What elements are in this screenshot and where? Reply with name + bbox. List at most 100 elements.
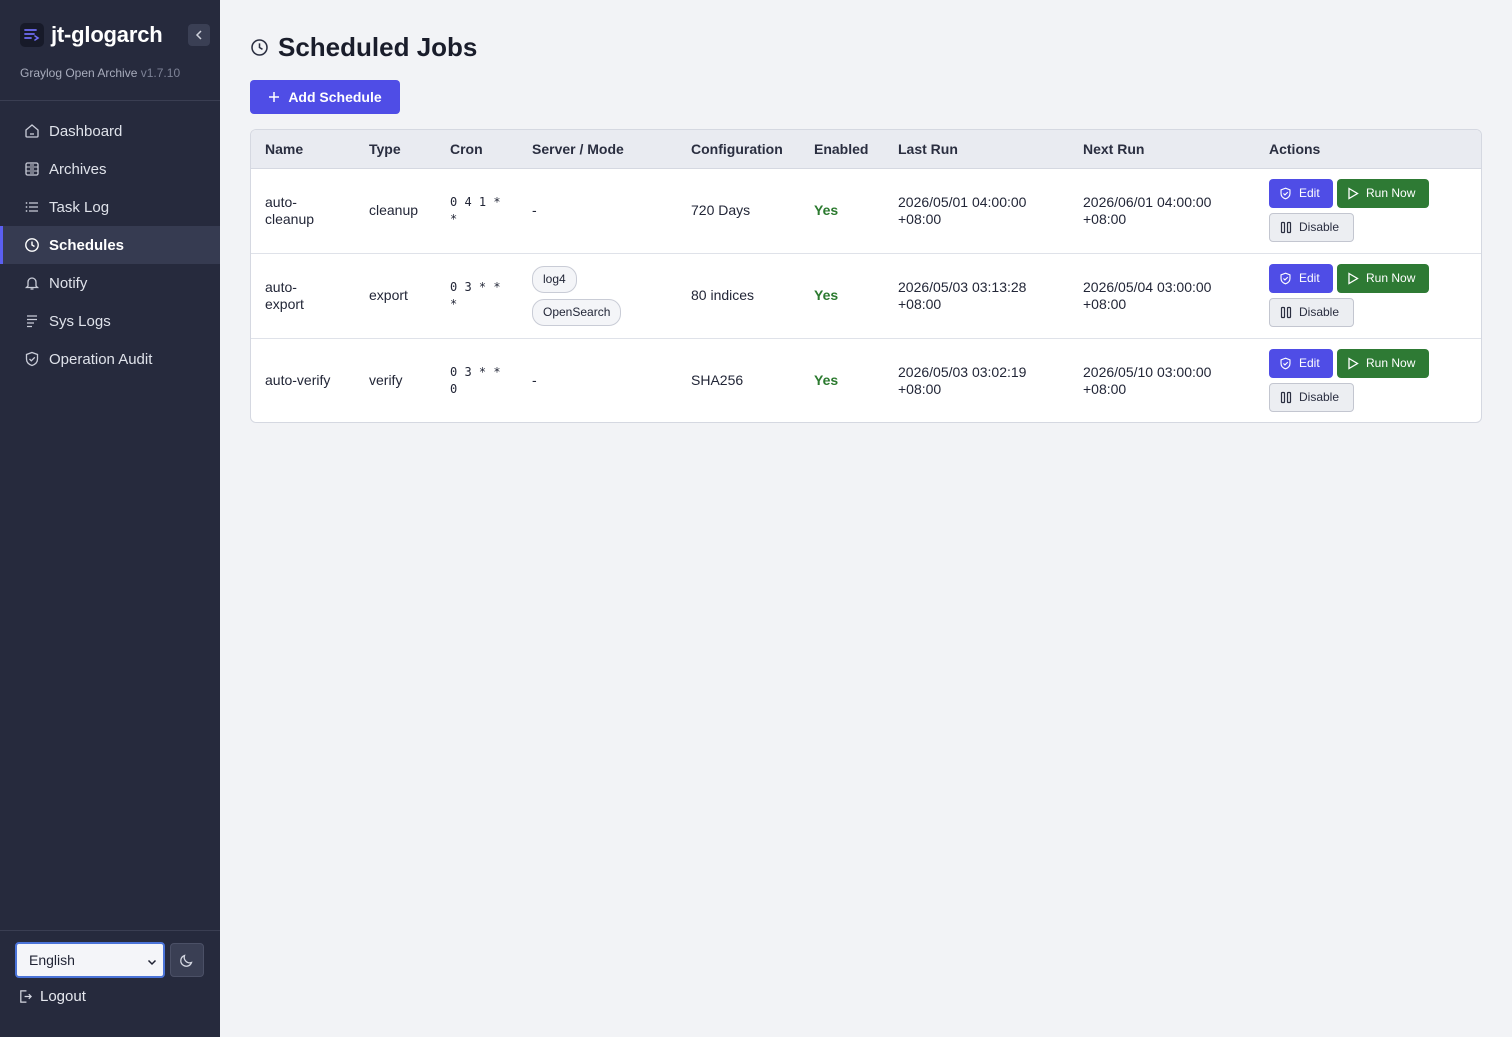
cell-name-text: auto-cleanup: [265, 193, 315, 227]
cell-last-run-text: 2026/05/03 03:13:28 +08:00: [898, 278, 1027, 312]
table-row: auto-cleanup cleanup 0 4 1 * * - 720 Day…: [251, 168, 1481, 253]
shield-check-icon: [1279, 357, 1292, 370]
disable-label: Disable: [1299, 305, 1340, 319]
chevron-left-icon: [195, 30, 202, 40]
logout-link[interactable]: Logout: [18, 988, 86, 1005]
schedules-table: Name Type Cron Server / Mode Configurati…: [250, 129, 1482, 423]
pause-icon: [1280, 306, 1292, 319]
cell-actions: Edit Run Now Disable: [1255, 168, 1481, 253]
edit-label: Edit: [1299, 356, 1320, 371]
shield-icon: [23, 350, 41, 368]
cell-cron-text: 0 3 * * *: [450, 279, 501, 311]
clock-icon: [23, 236, 41, 254]
column-header-actions: Actions: [1255, 130, 1481, 169]
cell-config: 720 Days: [691, 202, 751, 218]
edit-button[interactable]: Edit: [1269, 349, 1333, 379]
list-icon: [23, 198, 41, 216]
mode-tag: OpenSearch: [532, 298, 622, 326]
page-header: Scheduled Jobs: [250, 32, 477, 63]
table-row: auto-verify verify 0 3 * * 0 - SHA256 Ye…: [251, 338, 1481, 422]
logout-label: Logout: [40, 988, 86, 1005]
run-now-button[interactable]: Run Now: [1337, 179, 1429, 208]
sidebar-item-label: Schedules: [49, 236, 125, 254]
app-subtitle-text: Graylog Open Archive: [20, 66, 138, 80]
cell-actions: Edit Run Now Disable: [1255, 338, 1481, 422]
pause-icon: [1280, 391, 1292, 404]
archive-icon: [23, 160, 41, 178]
cell-server: log4 OpenSearch: [518, 253, 677, 338]
disable-label: Disable: [1299, 220, 1340, 234]
cell-config: SHA256: [691, 372, 744, 389]
column-header-last-run[interactable]: Last Run: [884, 130, 1069, 169]
sidebar-item-sys-logs[interactable]: Sys Logs: [0, 302, 220, 340]
shield-check-icon: [1279, 272, 1292, 285]
cell-cron: 0 3 * * 0: [436, 338, 518, 422]
cell-last-run-text: 2026/05/03 03:02:19 +08:00: [898, 363, 1027, 397]
edit-button[interactable]: Edit: [1269, 179, 1333, 208]
cell-next-run-text: 2026/05/10 03:00:00 +08:00: [1083, 363, 1212, 397]
pause-icon: [1280, 221, 1292, 234]
cell-type: verify: [369, 372, 403, 389]
cell-config: 80 indices: [691, 287, 755, 303]
column-header-name[interactable]: Name: [251, 130, 355, 169]
sidebar-item-label: Archives: [49, 160, 107, 178]
column-header-server-mode[interactable]: Server / Mode: [518, 130, 677, 169]
cell-type: cleanup: [369, 202, 419, 218]
sidebar-nav: Dashboard Archives Task Log Schedules No…: [0, 112, 220, 378]
cell-next-run: 2026/05/04 03:00:00 +08:00: [1069, 253, 1255, 338]
sidebar-item-operation-audit[interactable]: Operation Audit: [0, 340, 220, 378]
shield-check-icon: [1279, 187, 1292, 200]
collapse-sidebar-button[interactable]: [188, 24, 210, 46]
cell-name: auto-export: [251, 253, 355, 338]
language-select[interactable]: English: [15, 942, 165, 978]
run-now-button[interactable]: Run Now: [1337, 349, 1429, 379]
sidebar: jt-glogarch Graylog Open Archive v1.7.10…: [0, 0, 220, 1037]
edit-label: Edit: [1299, 186, 1320, 200]
app-subtitle: Graylog Open Archive v1.7.10: [20, 66, 180, 80]
add-schedule-button[interactable]: Add Schedule: [250, 80, 400, 114]
cell-next-run-text: 2026/06/01 04:00:00 +08:00: [1083, 193, 1212, 227]
run-now-label: Run Now: [1366, 356, 1416, 371]
sidebar-item-dashboard[interactable]: Dashboard: [0, 112, 220, 150]
cell-name-text: auto-export: [265, 278, 304, 312]
sidebar-footer-divider: [0, 930, 220, 931]
chevron-down-icon: [147, 954, 157, 970]
column-header-next-run[interactable]: Next Run: [1069, 130, 1255, 169]
cell-cron: 0 3 * * *: [436, 253, 518, 338]
column-header-enabled[interactable]: Enabled: [800, 130, 884, 169]
logout-icon: [18, 989, 33, 1004]
cell-actions: Edit Run Now Disable: [1255, 253, 1481, 338]
play-icon: [1347, 272, 1359, 285]
run-now-button[interactable]: Run Now: [1337, 264, 1429, 293]
column-header-cron[interactable]: Cron: [436, 130, 518, 169]
cell-next-run-text: 2026/05/04 03:00:00 +08:00: [1083, 278, 1212, 312]
play-icon: [1347, 357, 1359, 370]
edit-button[interactable]: Edit: [1269, 264, 1333, 293]
brand[interactable]: jt-glogarch: [20, 22, 163, 48]
cell-last-run: 2026/05/01 04:00:00 +08:00: [884, 168, 1069, 253]
cell-cron-text: 0 4 1 * *: [450, 194, 501, 226]
sidebar-item-task-log[interactable]: Task Log: [0, 188, 220, 226]
sidebar-item-notify[interactable]: Notify: [0, 264, 220, 302]
cell-enabled: Yes: [814, 372, 839, 389]
sidebar-item-schedules[interactable]: Schedules: [0, 226, 220, 264]
sidebar-item-label: Task Log: [49, 198, 110, 216]
add-schedule-label: Add Schedule: [288, 89, 382, 105]
cell-server: -: [532, 372, 537, 389]
table-header-row: Name Type Cron Server / Mode Configurati…: [251, 130, 1481, 169]
cell-enabled: Yes: [814, 287, 839, 303]
cell-type: export: [369, 287, 408, 303]
disable-button[interactable]: Disable: [1269, 298, 1354, 327]
disable-button[interactable]: Disable: [1269, 383, 1354, 413]
table-row: auto-export export 0 3 * * * log4 OpenSe…: [251, 253, 1481, 338]
cell-cron: 0 4 1 * *: [436, 168, 518, 253]
column-header-type[interactable]: Type: [355, 130, 436, 169]
sidebar-item-label: Notify: [49, 274, 88, 292]
dark-mode-toggle[interactable]: [170, 943, 204, 977]
disable-button[interactable]: Disable: [1269, 213, 1354, 242]
clock-icon: [250, 38, 269, 57]
edit-label: Edit: [1299, 271, 1320, 285]
sidebar-item-archives[interactable]: Archives: [0, 150, 220, 188]
plus-icon: [268, 91, 280, 103]
column-header-configuration[interactable]: Configuration: [677, 130, 800, 169]
